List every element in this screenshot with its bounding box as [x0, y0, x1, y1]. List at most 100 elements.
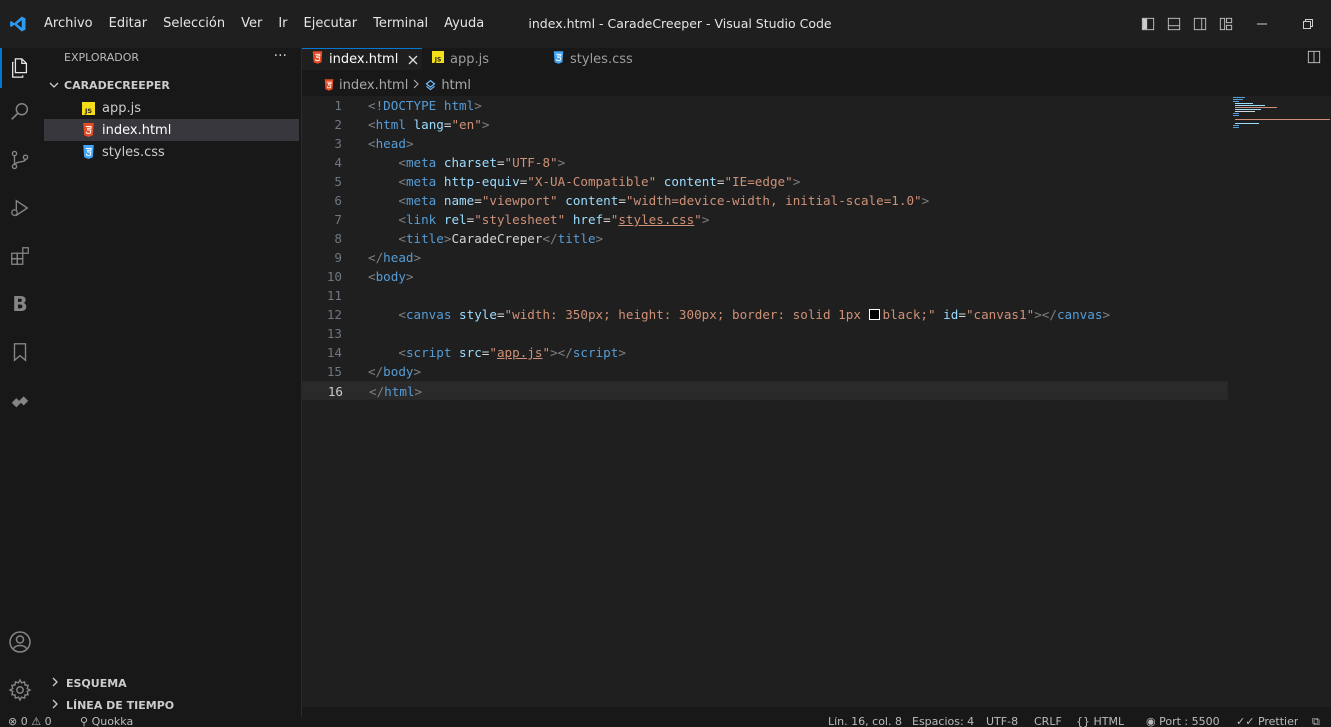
- encoding[interactable]: UTF-8: [986, 717, 1018, 727]
- indentation[interactable]: Espacios: 4: [912, 717, 974, 727]
- menu-ejecutar[interactable]: Ejecutar: [296, 0, 366, 48]
- error-count[interactable]: ⊗ 0 ⚠ 0: [8, 717, 52, 727]
- code-line[interactable]: 16 </html>: [302, 381, 1228, 400]
- code-line[interactable]: 1 <!DOCTYPE html>: [302, 96, 1228, 115]
- outline-panel-header[interactable]: ESQUEMA: [44, 672, 299, 694]
- split-editor-icon[interactable]: [1307, 50, 1321, 68]
- code-line[interactable]: 9 </head>: [302, 248, 1228, 267]
- line-number: 5: [334, 174, 342, 189]
- css-file-icon: [80, 144, 96, 160]
- run-debug-icon[interactable]: [0, 188, 40, 228]
- toggle-secondary-sidebar-icon[interactable]: [1187, 10, 1213, 38]
- extensions-icon[interactable]: [0, 236, 40, 276]
- line-code: <!DOCTYPE html>: [368, 98, 482, 113]
- file-styles-css[interactable]: styles.css: [44, 141, 299, 163]
- code-line[interactable]: 4 <meta charset="UTF-8">: [302, 153, 1228, 172]
- svg-text:JS: JS: [434, 56, 442, 63]
- cursor-position[interactable]: Lín. 16, col. 8: [828, 717, 902, 727]
- css-file-icon: [553, 50, 564, 68]
- line-code: <title>CaradeCreper</title>: [398, 231, 604, 246]
- color-swatch-icon[interactable]: [868, 309, 880, 320]
- line-code: <head>: [368, 136, 414, 151]
- tab-label: app.js: [450, 51, 489, 67]
- live-server-port[interactable]: ◉ Port : 5500: [1146, 717, 1220, 727]
- end-of-line[interactable]: CRLF: [1034, 717, 1062, 727]
- timeline-panel-label: LÍNEA DE TIEMPO: [66, 698, 175, 712]
- file-app-js[interactable]: JS app.js: [44, 97, 299, 119]
- line-number: 14: [326, 345, 342, 360]
- chevron-right-icon: [50, 676, 60, 691]
- menu-ir[interactable]: Ir: [270, 0, 295, 48]
- line-number: 15: [326, 364, 342, 379]
- notifications-icon[interactable]: ⧉: [1312, 717, 1320, 727]
- source-control-icon[interactable]: [0, 140, 40, 180]
- code-line[interactable]: 10 <body>: [302, 267, 1228, 286]
- code-line[interactable]: 15 </body>: [302, 362, 1228, 381]
- check-double-icon: ✓✓: [1236, 717, 1255, 727]
- code-line[interactable]: 14 <script src="app.js"></script>: [302, 343, 1228, 362]
- prettier-status[interactable]: ✓✓ Prettier: [1236, 717, 1298, 727]
- line-code: <meta http-equiv="X-UA-Compatible" conte…: [398, 174, 801, 189]
- close-icon[interactable]: [406, 53, 420, 67]
- code-line[interactable]: 13: [302, 324, 1228, 343]
- code-line[interactable]: 2 <html lang="en">: [302, 115, 1228, 134]
- tab-app-js[interactable]: JS app.js: [422, 48, 542, 70]
- line-code: </head>: [368, 250, 422, 265]
- bookmark-icon[interactable]: [0, 332, 40, 372]
- line-number: 11: [326, 288, 342, 303]
- account-icon[interactable]: [0, 622, 40, 662]
- toggle-primary-sidebar-icon[interactable]: [1135, 10, 1161, 38]
- folder-header[interactable]: CARADECREEPER: [40, 75, 302, 95]
- editor-tabs: index.html JS app.js styles.css: [302, 48, 1331, 70]
- live-share-icon[interactable]: [0, 380, 40, 420]
- more-actions-icon[interactable]: ···: [274, 48, 287, 64]
- line-code: <canvas style="width: 350px; height: 300…: [398, 307, 1111, 322]
- file-index-html[interactable]: index.html: [44, 119, 299, 141]
- activity-bar: B: [0, 48, 40, 717]
- file-name: app.js: [102, 100, 141, 116]
- breadcrumb-file[interactable]: index.html: [339, 78, 408, 93]
- error-icon: ⊗: [8, 717, 18, 727]
- search-icon[interactable]: [0, 92, 40, 132]
- toggle-panel-icon[interactable]: [1161, 10, 1187, 38]
- explorer-header: EXPLORADOR ···: [40, 48, 301, 68]
- breadcrumb-symbol[interactable]: html: [441, 78, 471, 93]
- html-file-icon: [324, 79, 334, 91]
- symbol-element-icon: [424, 79, 437, 92]
- menu-terminal[interactable]: Terminal: [365, 0, 436, 48]
- code-editor[interactable]: 1 <!DOCTYPE html> 2 <html lang="en"> 3 <head>…: [302, 96, 1331, 707]
- code-line[interactable]: 6 <meta name="viewport" content="width=d…: [302, 191, 1228, 210]
- b-extension-icon[interactable]: B: [0, 284, 40, 324]
- chevron-down-icon: [44, 80, 64, 90]
- braces-icon: {}: [1076, 717, 1090, 727]
- explorer-icon[interactable]: [0, 48, 40, 88]
- language-mode[interactable]: {} HTML: [1076, 717, 1124, 727]
- tab-label: index.html: [329, 52, 399, 67]
- settings-gear-icon[interactable]: [0, 670, 40, 710]
- code-line[interactable]: 8 <title>CaradeCreper</title>: [302, 229, 1228, 248]
- chevron-right-icon: [50, 698, 60, 713]
- code-line[interactable]: 7 <link rel="stylesheet" href="styles.cs…: [302, 210, 1228, 229]
- code-line[interactable]: 5 <meta http-equiv="X-UA-Compatible" con…: [302, 172, 1228, 191]
- vscode-logo-icon[interactable]: [4, 0, 32, 48]
- code-line[interactable]: 3 <head>: [302, 134, 1228, 153]
- tab-styles-css[interactable]: styles.css: [542, 48, 667, 70]
- menu-bar: Archivo Editar Selección Ver Ir Ejecutar…: [36, 0, 492, 48]
- minimap[interactable]: [1231, 96, 1331, 136]
- menu-ayuda[interactable]: Ayuda: [436, 0, 492, 48]
- quokka-status[interactable]: ⚲ Quokka: [80, 717, 133, 727]
- line-number: 4: [334, 155, 342, 170]
- code-line[interactable]: 11: [302, 286, 1228, 305]
- timeline-panel-header[interactable]: LÍNEA DE TIEMPO: [44, 694, 299, 716]
- customize-layout-icon[interactable]: [1213, 10, 1239, 38]
- menu-ver[interactable]: Ver: [233, 0, 270, 48]
- code-line[interactable]: 12 <canvas style="width: 350px; height: …: [302, 305, 1228, 324]
- minimize-window-icon[interactable]: [1239, 0, 1285, 48]
- menu-seleccion[interactable]: Selección: [155, 0, 233, 48]
- tab-index-html[interactable]: index.html: [302, 48, 422, 70]
- line-code: <meta charset="UTF-8">: [398, 155, 566, 170]
- menu-editar[interactable]: Editar: [101, 0, 156, 48]
- line-number: 6: [334, 193, 342, 208]
- menu-archivo[interactable]: Archivo: [36, 0, 101, 48]
- restore-window-icon[interactable]: [1285, 0, 1331, 48]
